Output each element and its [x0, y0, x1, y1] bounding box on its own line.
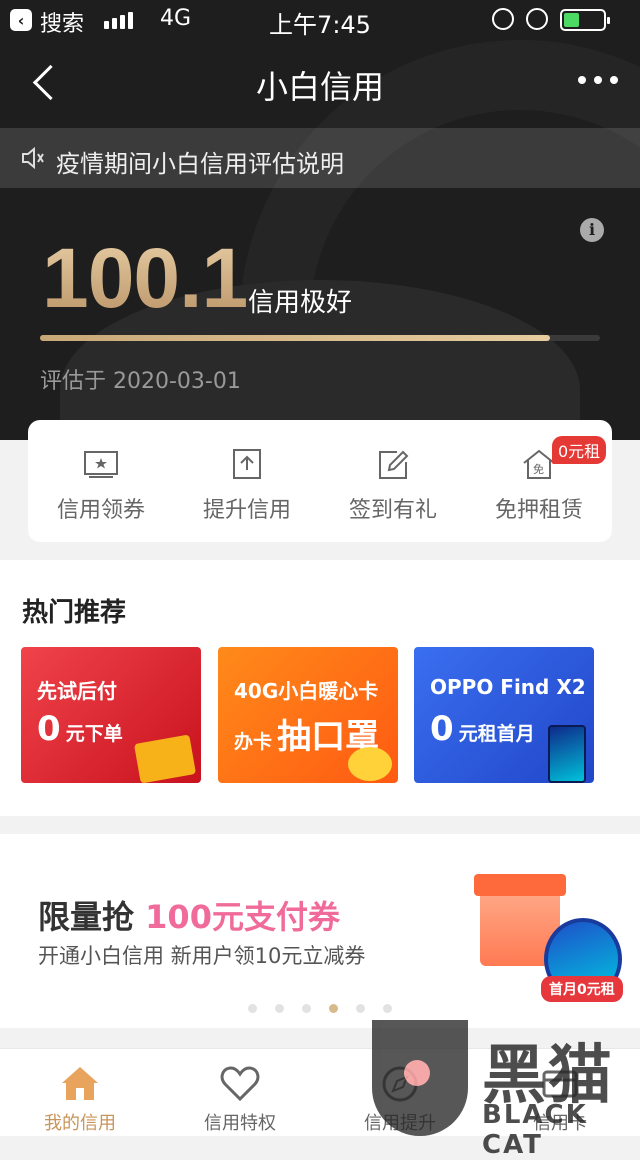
score-progress-fill [40, 335, 550, 341]
rental-badge: 0元租 [552, 436, 607, 464]
watermark: 黑猫 BLACK CAT [372, 1020, 640, 1160]
action-boost-credit[interactable]: 提升信用 [174, 420, 320, 542]
action-label: 信用领券 [56, 498, 145, 523]
promo-card-sim[interactable]: 40G小白暖心卡 办卡 抽口罩 [218, 647, 398, 783]
promo-small-text: 元下单 [65, 723, 123, 745]
banner-tag: 首月0元租 [541, 976, 623, 1002]
action-label: 提升信用 [202, 498, 291, 523]
credit-score: 100.1 [42, 231, 248, 325]
info-icon[interactable]: i [580, 218, 604, 242]
edit-icon [379, 450, 409, 479]
cat-logo-icon [372, 1020, 468, 1136]
action-checkin[interactable]: 签到有礼 [320, 420, 466, 542]
quick-actions-card: 信用领券 提升信用 签到有礼 免 0元租 免押租赁 [28, 420, 612, 542]
evaluation-date: 评估于 2020-03-01 [40, 369, 241, 394]
hot-recommend-section: 热门推荐 先试后付 0 元下单 40G小白暖心卡 办卡 抽口罩 OPPO Fin… [0, 560, 640, 816]
phone-icon [548, 725, 586, 783]
promo-headline: 40G小白暖心卡 [234, 679, 379, 703]
carousel-dot[interactable] [329, 1004, 338, 1013]
status-bar: ‹ 搜索 4G 上午7:45 [0, 0, 640, 40]
coin-icon [348, 747, 392, 781]
carousel-dot[interactable] [248, 1004, 257, 1013]
promo-banner[interactable]: 限量抢 100元支付券 开通小白信用 新用户领10元立减券 首月0元租 [0, 834, 640, 1028]
promo-headline: OPPO Find X2 [430, 675, 586, 699]
heart-icon [220, 1066, 260, 1102]
tab-label: 我的信用 [44, 1113, 116, 1134]
tab-label: 信用特权 [204, 1113, 276, 1134]
coupon-icon [84, 451, 118, 478]
banner-title-prefix: 限量抢 [38, 898, 146, 936]
alarm-icon [526, 8, 548, 30]
speaker-icon [22, 146, 44, 170]
banner-title-highlight: 100元支付券 [145, 898, 340, 936]
notice-text: 疫情期间小白信用评估说明 [56, 150, 344, 178]
promo-big-text: 0 [430, 709, 454, 749]
promo-small-text: 元租首月 [458, 723, 535, 745]
action-label: 免押租赁 [494, 498, 583, 523]
page-title: 小白信用 [255, 68, 384, 106]
tab-credit-privilege[interactable]: 信用特权 [160, 1049, 320, 1136]
more-icon[interactable] [578, 76, 618, 84]
nav-bar: 小白信用 [0, 40, 640, 128]
carousel-dot[interactable] [383, 1004, 392, 1013]
carousel-dot[interactable] [302, 1004, 311, 1013]
promo-card-phone-rental[interactable]: OPPO Find X2 0 元租首月 [414, 647, 594, 783]
section-title: 热门推荐 [22, 598, 127, 628]
promo-small-text: 办卡 [234, 731, 273, 753]
promo-card-try-first[interactable]: 先试后付 0 元下单 [21, 647, 201, 783]
upload-icon [233, 449, 261, 479]
action-deposit-free-rental[interactable]: 免 0元租 免押租赁 [466, 420, 612, 542]
watermark-en: BLACK CAT [482, 1100, 588, 1160]
credit-level: 信用极好 [248, 288, 353, 318]
battery-fill [564, 13, 580, 27]
promo-headline: 先试后付 [37, 679, 117, 703]
promo-big-text: 0 [37, 709, 61, 749]
notice-bar[interactable]: 疫情期间小白信用评估说明 [0, 128, 640, 188]
banner-title: 限量抢 100元支付券 [38, 892, 340, 938]
home-icon [62, 1067, 98, 1100]
carousel-dot[interactable] [275, 1004, 284, 1013]
action-label: 签到有礼 [348, 498, 437, 523]
rotation-lock-icon [492, 8, 514, 30]
tab-my-credit[interactable]: 我的信用 [0, 1049, 160, 1136]
briefcase-icon [133, 734, 197, 783]
carousel-dots [0, 1004, 640, 1013]
action-credit-coupon[interactable]: 信用领券 [28, 420, 174, 542]
carousel-dot[interactable] [356, 1004, 365, 1013]
banner-subtitle: 开通小白信用 新用户领10元立减券 [38, 944, 366, 968]
score-progress-bar [40, 335, 600, 341]
battery-icon [560, 9, 610, 31]
svg-text:免: 免 [533, 462, 544, 476]
